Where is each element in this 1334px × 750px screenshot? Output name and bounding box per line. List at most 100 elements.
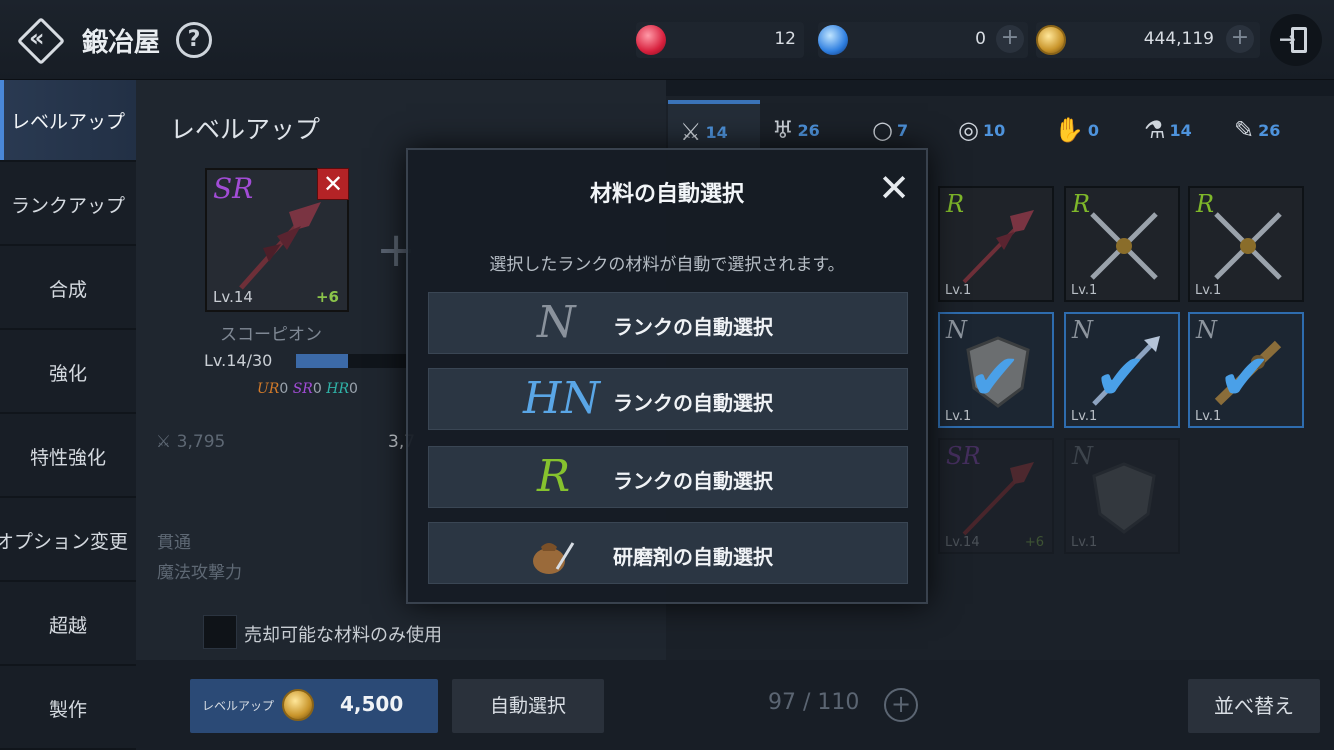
slot-level: Lv.14	[945, 535, 980, 550]
checkmark-icon: ✔	[1218, 341, 1272, 415]
abrasive-bag-icon	[533, 542, 575, 574]
crossed-swords-item-icon	[1090, 212, 1158, 280]
sort-button[interactable]: 並べ替え	[1188, 679, 1320, 733]
tab-gloves[interactable]: ✋ 0	[1054, 100, 1114, 160]
amulet-icon: ◎	[958, 116, 979, 144]
sapphire-icon	[818, 25, 848, 55]
sidebar-item-levelup[interactable]: レベルアップ	[0, 80, 136, 162]
inventory-slot-equipped[interactable]: N Lv.1	[1064, 438, 1180, 554]
checkmark-icon: ✔	[968, 341, 1022, 415]
gold-amount: 444,119	[1143, 29, 1214, 49]
crossed-swords-stat-icon: ⚔	[156, 432, 172, 452]
inventory-slot[interactable]: R Lv.1	[938, 186, 1054, 302]
inventory-capacity: 97 / 110	[768, 690, 860, 715]
modal-title: 材料の自動選択	[589, 182, 744, 207]
sellable-only-label: 売却可能な材料のみ使用	[244, 625, 442, 646]
sellable-only-checkbox[interactable]	[203, 615, 237, 649]
axe-icon	[962, 210, 1034, 284]
sr-count: 0	[312, 381, 322, 397]
tab-potions[interactable]: ⚗ 14	[1144, 100, 1208, 160]
rank-counts: UR0 SR0 HR0	[257, 381, 358, 397]
close-modal-button[interactable]: ✕	[874, 168, 914, 208]
option-label: ランクの自動選択	[613, 315, 773, 339]
tab-count: 26	[797, 120, 820, 140]
hr-count: 0	[348, 381, 358, 397]
gold-coin-icon	[1036, 25, 1066, 55]
rank-n-badge: N	[537, 297, 576, 348]
expand-inventory-button[interactable]: +	[884, 688, 918, 722]
help-button[interactable]: ?	[176, 22, 212, 58]
tab-count: 14	[705, 122, 728, 142]
add-sapphire-button[interactable]: +	[996, 25, 1024, 53]
slot-level: Lv.1	[945, 409, 972, 424]
ruby-currency: 12	[636, 22, 804, 58]
back-button[interactable]: «	[16, 16, 66, 66]
auto-select-button[interactable]: 自動選択	[452, 679, 604, 733]
sidebar-item-transcend[interactable]: 超越	[0, 584, 136, 666]
ur-label: UR	[257, 381, 280, 397]
item-name: スコーピオン	[220, 325, 322, 345]
gold-coin-icon	[282, 689, 314, 721]
scorpion-axe-icon	[239, 202, 321, 290]
inventory-slot-selected[interactable]: N ✔ Lv.1	[938, 312, 1054, 428]
double-chevron-left-icon: «	[29, 24, 44, 52]
ur-count: 0	[279, 381, 289, 397]
inventory-slot-equipped[interactable]: SR Lv.14 +6	[938, 438, 1054, 554]
tab-count: 0	[1087, 120, 1100, 140]
tab-count: 26	[1258, 120, 1281, 140]
sapphire-currency: 0 +	[818, 22, 1028, 58]
sidebar-item-synthesis[interactable]: 合成	[0, 248, 136, 330]
sidebar-item-craft[interactable]: 製作	[0, 668, 136, 750]
sidebar-item-trait-enhance[interactable]: 特性強化	[0, 416, 136, 498]
levelup-button[interactable]: レベルアップ 4,500	[190, 679, 438, 733]
potion-icon: ⚗	[1144, 116, 1166, 144]
tab-count: 10	[982, 120, 1006, 140]
modal-description: 選択したランクの材料が自動で選択されます。	[489, 255, 845, 275]
scroll-icon: ✎	[1234, 116, 1255, 144]
checkmark-icon: ✔	[1094, 341, 1148, 415]
sidebar-item-rankup[interactable]: ランクアップ	[0, 164, 136, 246]
inventory-slot-selected[interactable]: N ✔ Lv.1	[1064, 312, 1180, 428]
tab-scrolls[interactable]: ✎ 26	[1234, 100, 1304, 160]
shield-item-icon	[1092, 462, 1156, 534]
stat-penetration: 貫通	[157, 533, 191, 553]
levelup-button-label: レベルアップ	[202, 699, 275, 713]
auto-select-r-option[interactable]: R ランクの自動選択	[428, 446, 908, 508]
option-label: ランクの自動選択	[613, 469, 773, 493]
level-progress-fill	[296, 354, 348, 368]
crossed-swords-icon: ⚔	[680, 118, 702, 146]
slot-level: Lv.1	[1071, 535, 1098, 550]
inventory-slot-selected[interactable]: N ✔ Lv.1	[1188, 312, 1304, 428]
inventory-slot[interactable]: R Lv.1	[1188, 186, 1304, 302]
ring-icon: ○	[872, 116, 893, 144]
auto-select-modal: 材料の自動選択 ✕ 選択したランクの材料が自動で選択されます。 N ランクの自動…	[406, 148, 928, 604]
slot-level: Lv.1	[1195, 409, 1222, 424]
tab-amulets[interactable]: ◎ 10	[958, 100, 1028, 160]
item-plus: +6	[315, 288, 339, 306]
exit-button[interactable]: →	[1270, 14, 1322, 66]
target-item-card[interactable]: SR ✕ Lv.14 +6	[205, 168, 349, 312]
crossed-swords-item-icon	[1214, 212, 1282, 280]
sidebar-item-enhance[interactable]: 強化	[0, 332, 136, 414]
slot-level: Lv.1	[1071, 409, 1098, 424]
stat-magic-attack: 魔法攻撃力	[157, 563, 242, 583]
screen-title: 鍛冶屋	[82, 28, 161, 58]
auto-select-n-option[interactable]: N ランクの自動選択	[428, 292, 908, 354]
attack-current-row: ⚔ 3,795	[156, 432, 225, 452]
attack-current: 3,795	[176, 432, 226, 452]
add-gold-button[interactable]: +	[1226, 25, 1254, 53]
sr-label: SR	[292, 381, 313, 397]
auto-select-hn-option[interactable]: HN ランクの自動選択	[428, 368, 908, 430]
sidebar-item-option-change[interactable]: オプション変更	[0, 500, 136, 582]
auto-select-abrasive-option[interactable]: 研磨剤の自動選択	[428, 522, 908, 584]
rank-r-badge: R	[537, 451, 571, 502]
inventory-slot[interactable]: R Lv.1	[1064, 186, 1180, 302]
remove-item-button[interactable]: ✕	[317, 168, 349, 200]
sidebar: レベルアップ ランクアップ 合成 強化 特性強化 オプション変更 超越 製作	[0, 80, 136, 750]
option-label: 研磨剤の自動選択	[613, 545, 773, 569]
gold-currency: 444,119 +	[1036, 22, 1260, 58]
slot-plus: +6	[1024, 535, 1044, 550]
enter-arrow-icon: →	[1279, 27, 1296, 51]
top-bar: « 鍛冶屋 ? 12 0 + 444,119 + →	[0, 0, 1334, 80]
level-progress-bar	[296, 354, 406, 368]
